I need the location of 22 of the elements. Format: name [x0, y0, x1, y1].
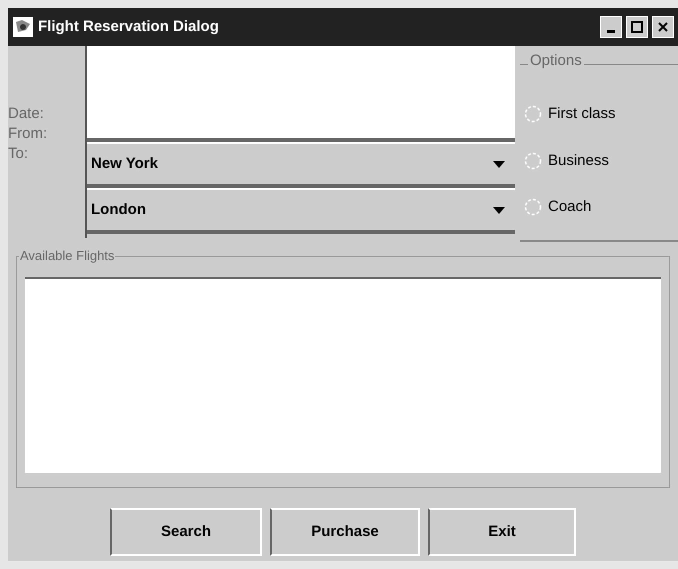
- minimize-button[interactable]: [600, 16, 622, 38]
- action-button[interactable]: Search: [110, 508, 262, 556]
- close-icon: [657, 21, 669, 33]
- dropdown-arrow-icon: [493, 206, 505, 214]
- radio-option[interactable]: Business: [524, 150, 678, 172]
- app-icon: [12, 16, 34, 38]
- close-button[interactable]: [652, 16, 674, 38]
- radio-option[interactable]: First class: [524, 103, 678, 126]
- dropdown-arrow-icon: [493, 160, 505, 168]
- date-field[interactable]: [87, 46, 515, 142]
- minimize-icon: [607, 30, 615, 33]
- field-label: Date:: [8, 104, 45, 124]
- maximize-icon: [631, 21, 643, 33]
- window-title: Flight Reservation Dialog: [38, 16, 220, 37]
- radio-option[interactable]: Coach: [524, 196, 678, 218]
- action-button[interactable]: Purchase: [270, 508, 420, 556]
- dropdown[interactable]: London: [87, 188, 515, 234]
- field-label: From:: [8, 124, 48, 144]
- action-button[interactable]: Exit: [428, 508, 576, 556]
- dropdown[interactable]: New York: [87, 142, 515, 188]
- maximize-button[interactable]: [626, 16, 648, 38]
- field-label: To:: [8, 144, 30, 164]
